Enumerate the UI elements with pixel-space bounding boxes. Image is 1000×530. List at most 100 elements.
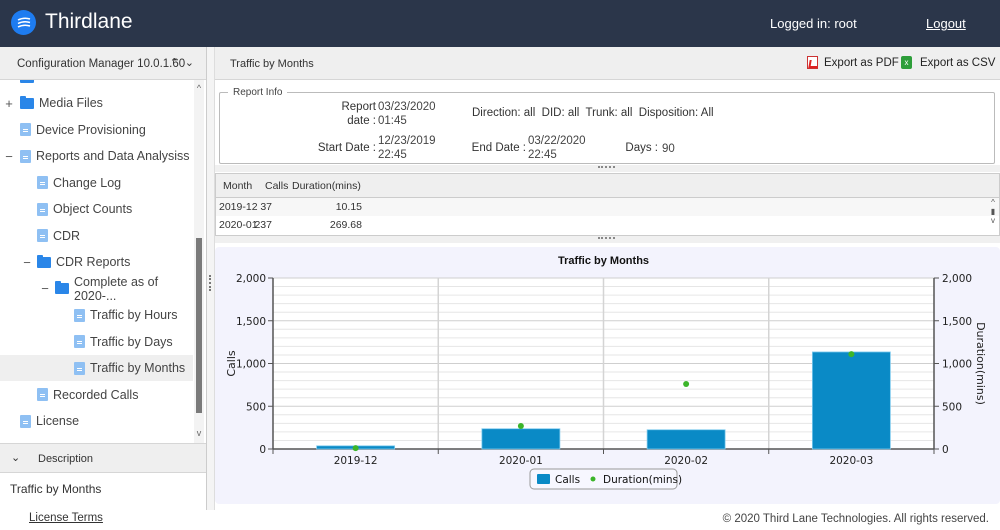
report-date-label: Report date : — [341, 101, 376, 127]
start-date-value: 12/23/2019 22:45 — [378, 135, 436, 161]
tree-item[interactable]: Change Log — [0, 170, 193, 196]
folder-icon — [20, 95, 34, 109]
folder-icon — [55, 281, 69, 294]
scroll-down-icon[interactable]: v — [194, 428, 204, 438]
collapse-icon[interactable]: − — [22, 255, 32, 270]
point-duration — [848, 351, 855, 358]
top-bar: Thirdlane Logged in: root Logout — [0, 0, 1000, 47]
column-calls[interactable]: Calls — [265, 180, 288, 192]
tree-item[interactable]: Traffic by Hours — [0, 302, 193, 328]
column-duration[interactable]: Duration(mins) — [292, 180, 361, 192]
thirdlane-logo-icon — [11, 10, 36, 35]
scroll-thumb[interactable] — [196, 238, 202, 413]
tree-item[interactable]: + Media Files — [0, 90, 193, 116]
days-label: Days : — [625, 142, 658, 154]
export-csv-button[interactable]: x Export as CSV — [901, 56, 995, 69]
tree-item-label: Reports and Data Analysiss — [36, 149, 190, 163]
document-icon — [74, 361, 85, 375]
export-csv-label: Export as CSV — [920, 56, 996, 69]
splitter-grip-icon[interactable] — [209, 275, 212, 291]
scroll-up-icon[interactable]: ^ — [194, 83, 204, 93]
expand-all-icon[interactable]: ⌄ — [185, 57, 200, 69]
copyright-text: © 2020 Third Lane Technologies. All righ… — [722, 513, 989, 525]
horizontal-splitter-top[interactable] — [215, 165, 1000, 172]
document-icon — [74, 335, 85, 348]
tree-item[interactable]: Object Counts — [0, 196, 193, 222]
table-row[interactable]: 2019-12 37 10.15 — [216, 198, 999, 216]
point-duration — [517, 422, 524, 429]
pdf-icon — [807, 56, 818, 69]
main-header: Traffic by Months Export as PDF x Export… — [215, 47, 1000, 80]
horizontal-splitter-bottom[interactable] — [215, 236, 1000, 243]
tree-item[interactable]: License — [0, 408, 193, 434]
collapse-icon[interactable]: − — [4, 149, 14, 164]
tree-item-label: Change Log — [53, 175, 122, 190]
days-value: 90 — [662, 143, 675, 155]
license-terms-link[interactable]: License Terms — [29, 512, 103, 524]
vertical-splitter[interactable] — [207, 47, 215, 510]
tree-item[interactable]: CDR — [0, 223, 193, 249]
start-date-label: Start Date : — [317, 142, 376, 154]
report-date-value: 03/23/2020 01:45 — [378, 101, 436, 127]
legend-swatch-duration — [590, 476, 596, 482]
footer: License Terms © 2020 Third Lane Technolo… — [0, 510, 1000, 530]
logged-in-status: Logged in: root — [770, 16, 857, 31]
y-tick-label: 500 — [246, 401, 266, 413]
description-text: Traffic by Months — [10, 482, 102, 496]
document-icon — [20, 149, 31, 163]
tree-item-partial[interactable] — [0, 80, 193, 90]
end-date-label: End Date : — [471, 142, 526, 154]
document-icon — [37, 229, 48, 242]
y-tick-label: 1,500 — [236, 316, 266, 328]
tree-item[interactable]: Traffic by Days — [0, 329, 193, 355]
column-month[interactable]: Month — [223, 180, 252, 192]
tree-scrollbar[interactable]: ^ v — [194, 80, 204, 443]
y-axis-label: Calls — [225, 350, 238, 377]
folder-icon — [20, 80, 34, 83]
export-pdf-button[interactable]: Export as PDF — [807, 56, 899, 69]
x-tick-label: 2020-03 — [829, 455, 873, 467]
tree-item-label: Traffic by Days — [90, 334, 173, 349]
tree-item[interactable]: − Reports and Data Analysiss — [0, 143, 193, 169]
description-header[interactable]: ⌄ Description — [0, 443, 206, 473]
report-filters: Direction: all DID: all Trunk: all Dispo… — [472, 107, 714, 119]
bar-calls — [811, 351, 891, 450]
logout-link[interactable]: Logout — [926, 16, 966, 31]
y2-tick-label: 0 — [942, 444, 949, 456]
table-scrollbar[interactable]: ^ ▮ v — [987, 198, 999, 236]
y2-tick-label: 1,000 — [942, 359, 972, 371]
tree-item-label: CDR Reports — [56, 255, 131, 269]
expand-icon[interactable]: + — [4, 96, 14, 111]
legend-label-duration[interactable]: Duration(mins) — [603, 474, 682, 486]
navigation-tree: + Media Files Device Provisioning − Reports … — [0, 80, 206, 443]
chart-title: Traffic by Months — [558, 255, 649, 267]
y-tick-label: 2,000 — [236, 273, 266, 285]
page-title: Traffic by Months — [230, 58, 314, 70]
tree-item-label: Traffic by Months — [90, 361, 186, 375]
table-row[interactable]: 2020-01 237 269.68 — [216, 216, 999, 234]
document-icon — [37, 388, 48, 401]
brand-name: Thirdlane — [45, 10, 133, 33]
point-duration — [683, 381, 690, 388]
table-cell: 37 — [260, 201, 272, 213]
collapse-icon[interactable]: − — [40, 281, 50, 296]
x-tick-label: 2020-01 — [499, 455, 543, 467]
bar-calls — [646, 429, 726, 450]
tree-item-label: Media Files — [39, 96, 103, 110]
data-table: Month Calls Duration(mins) 2019-12 37 10.1… — [215, 173, 1000, 236]
document-icon — [20, 414, 31, 428]
left-panel: Configuration Manager 10.0.1.60 ⌃⌄ + Medi… — [0, 47, 207, 510]
collapse-all-icon[interactable]: ⌃ — [170, 57, 185, 69]
traffic-chart: 0 0 500 500 1,000 1,000 1,500 1,500 2,000 2,000 20… — [225, 255, 987, 490]
tree-item-label: Traffic by Hours — [90, 308, 178, 322]
tree-item[interactable]: Traffic by Months — [0, 355, 193, 381]
legend-label-calls[interactable]: Calls — [555, 474, 580, 486]
tree-item[interactable]: Device Provisioning — [0, 117, 193, 143]
tree-item[interactable]: − Complete as of 2020-... — [0, 275, 193, 303]
config-manager-title: Configuration Manager 10.0.1.60 — [17, 58, 186, 70]
tree-item-label: CDR — [53, 228, 81, 243]
tree-item[interactable]: − CDR Reports — [0, 249, 193, 275]
table-cell: 2019-12 — [219, 201, 258, 213]
legend-swatch-calls — [537, 474, 550, 484]
tree-item[interactable]: Recorded Calls — [0, 382, 193, 408]
